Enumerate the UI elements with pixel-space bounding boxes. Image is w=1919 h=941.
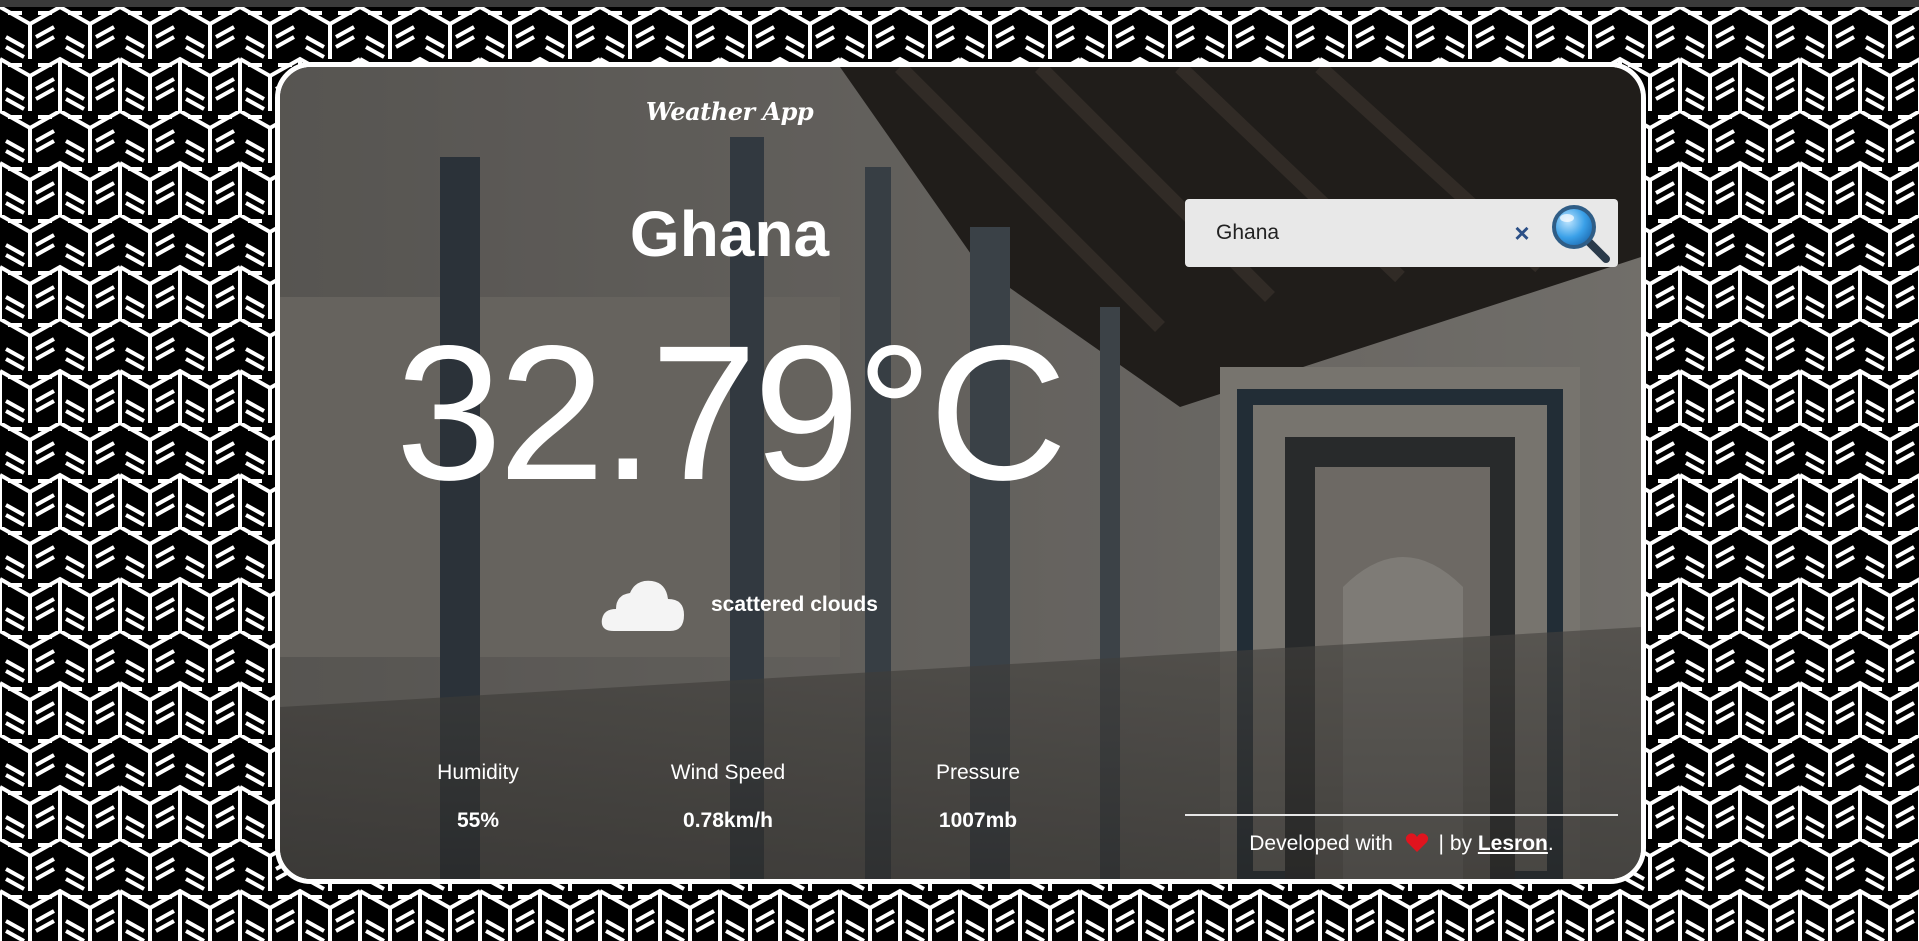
browser-top-edge — [0, 0, 1919, 7]
author-link[interactable]: Lesron — [1478, 832, 1548, 855]
temperature: 32.79°C — [395, 305, 1068, 520]
heart-icon — [1405, 833, 1428, 852]
clear-search-button[interactable]: × — [1509, 218, 1535, 248]
search-bar: × — [1185, 199, 1618, 267]
weather-description: scattered clouds — [711, 593, 878, 616]
humidity-value: 55% — [456, 809, 500, 832]
footer: Developed with | by Lesron. — [1185, 832, 1618, 856]
app-title: Weather App — [645, 97, 814, 126]
pressure-stat: Pressure 1007mb — [878, 761, 1078, 833]
search-input[interactable] — [1185, 199, 1495, 267]
pressure-value: 1007mb — [938, 809, 1018, 832]
cloud-icon — [601, 580, 684, 631]
pressure-label: Pressure — [935, 761, 1021, 784]
wind-speed-value: 0.78km/h — [683, 809, 773, 832]
weather-conditions: scattered clouds — [600, 577, 878, 633]
footer-prefix: Developed with — [1249, 832, 1393, 855]
footer-suffix: . — [1547, 832, 1554, 855]
magnifier-icon[interactable] — [1550, 203, 1610, 263]
footer-separator: | by — [1438, 832, 1473, 855]
weather-card: Weather App Ghana 32.79°C scattered clou… — [275, 62, 1646, 884]
wind-speed-stat: Wind Speed 0.78km/h — [628, 761, 828, 833]
wind-speed-label: Wind Speed — [670, 761, 786, 784]
footer-divider — [1185, 814, 1618, 816]
humidity-label: Humidity — [437, 761, 519, 784]
city-name: Ghana — [629, 198, 830, 270]
humidity-stat: Humidity 55% — [378, 761, 578, 833]
